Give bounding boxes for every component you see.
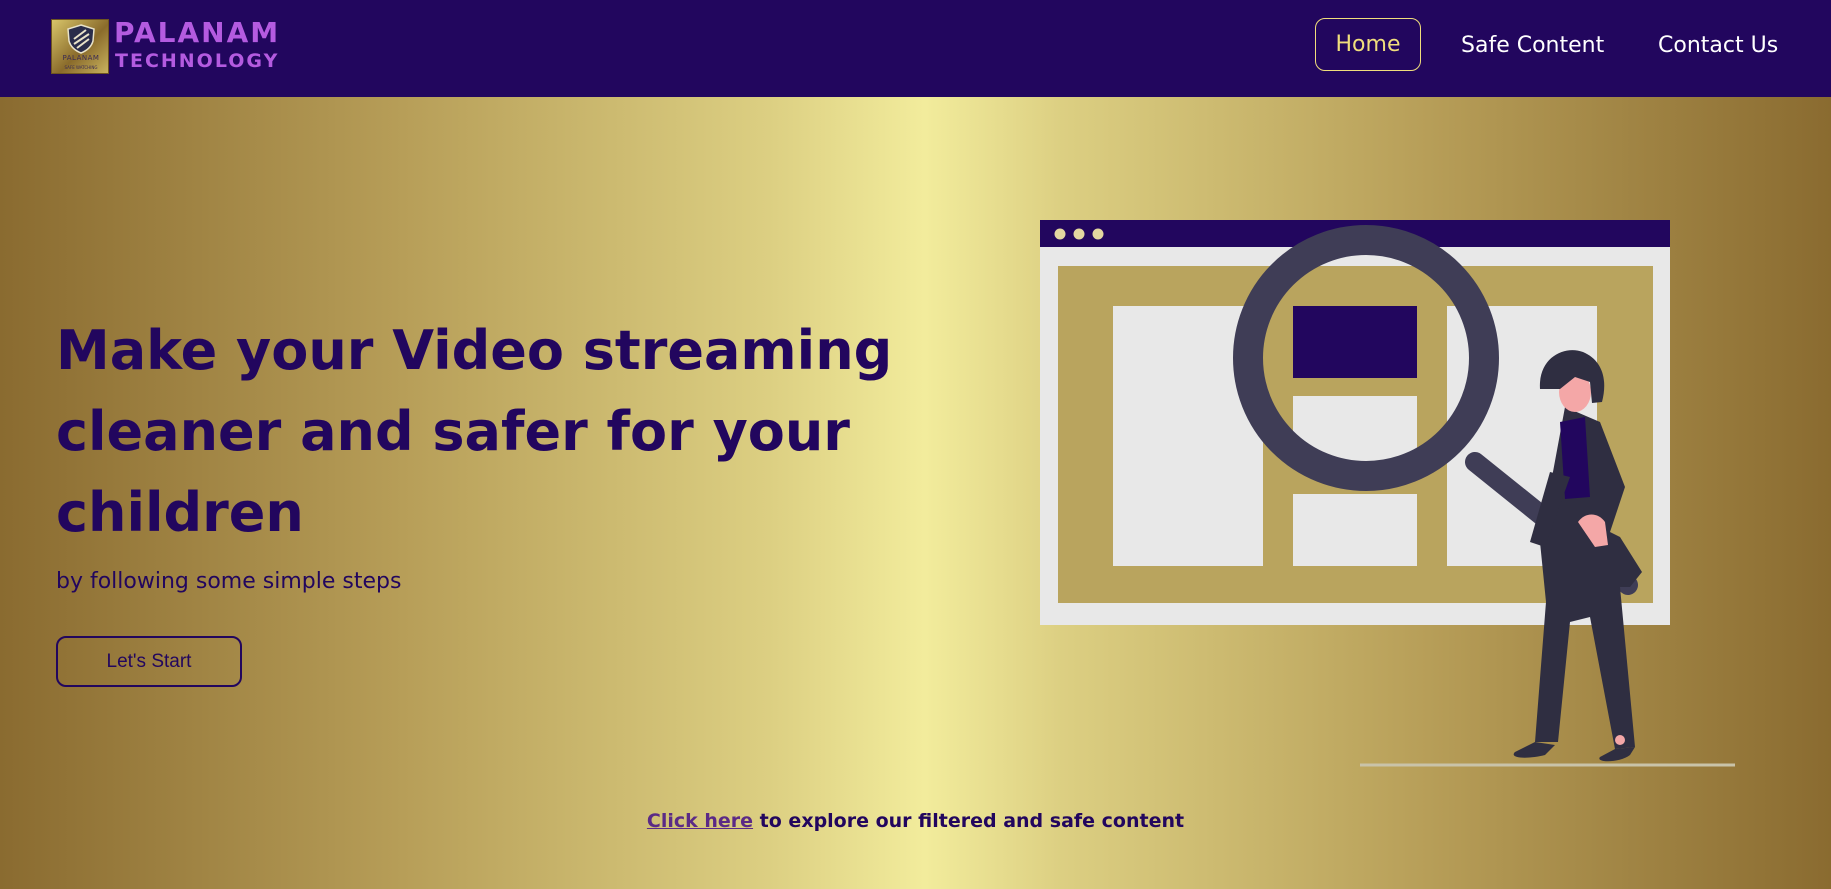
click-here-link[interactable]: Click here <box>647 810 753 832</box>
shield-icon <box>67 24 95 54</box>
navbar: PALANAM SAFE WATCHING PALANAM TECHNOLOGY… <box>0 0 1831 97</box>
brand-name[interactable]: PALANAM <box>114 18 280 48</box>
nav-contact-us[interactable]: Contact Us <box>1658 33 1778 59</box>
hero-section: Make your Video streaming cleaner and sa… <box>0 97 1831 889</box>
brand-subtitle: TECHNOLOGY <box>115 50 280 72</box>
search-illustration <box>1040 220 1735 767</box>
explore-text: to explore our filtered and safe content <box>753 810 1185 832</box>
explore-line: Click here to explore our filtered and s… <box>0 809 1831 833</box>
nav-safe-content[interactable]: Safe Content <box>1461 33 1604 59</box>
lets-start-button[interactable]: Let's Start <box>56 636 242 687</box>
badge-subtext: SAFE WATCHING <box>64 65 98 70</box>
hero-headline: Make your Video streaming cleaner and sa… <box>56 319 893 544</box>
badge-text: PALANAM <box>62 54 100 62</box>
nav-home[interactable]: Home <box>1315 18 1421 71</box>
hero-subline: by following some simple steps <box>56 569 402 594</box>
logo-badge[interactable]: PALANAM SAFE WATCHING <box>51 19 109 74</box>
